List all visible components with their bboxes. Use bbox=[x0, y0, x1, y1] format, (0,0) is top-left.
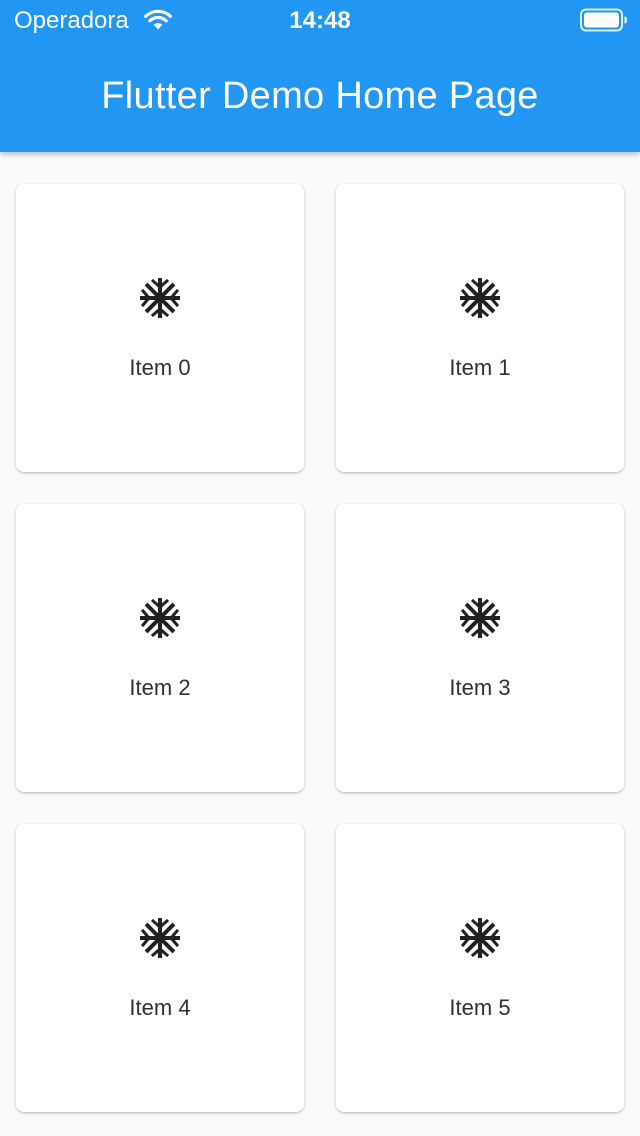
card-label: Item 0 bbox=[129, 355, 191, 380]
grid-card-item-5[interactable]: Item 5 bbox=[336, 824, 624, 1112]
snowflake-icon bbox=[460, 918, 500, 958]
status-time: 14:48 bbox=[289, 7, 351, 34]
snowflake-icon bbox=[140, 598, 180, 638]
page-title: Flutter Demo Home Page bbox=[101, 75, 539, 117]
status-bar: Operadora 14:48 bbox=[0, 0, 640, 40]
grid-card-item-2[interactable]: Item 2 bbox=[16, 504, 304, 792]
card-label: Item 3 bbox=[449, 675, 511, 700]
grid-card-item-3[interactable]: Item 3 bbox=[336, 504, 624, 792]
card-label: Item 2 bbox=[129, 675, 191, 700]
battery-icon bbox=[580, 8, 627, 32]
snowflake-icon bbox=[140, 278, 180, 318]
grid-card-item-0[interactable]: Item 0 bbox=[16, 184, 304, 472]
card-label: Item 1 bbox=[449, 355, 511, 380]
snowflake-icon bbox=[460, 278, 500, 318]
card-label: Item 5 bbox=[449, 995, 511, 1020]
snowflake-icon bbox=[140, 918, 180, 958]
item-grid: Item 0 Item 1 Item 2 Item 3 Item 4 Item … bbox=[16, 184, 624, 1112]
card-label: Item 4 bbox=[129, 995, 191, 1020]
app-bar: Operadora 14:48 Flutter Demo Home Page bbox=[0, 0, 640, 152]
snowflake-icon bbox=[460, 598, 500, 638]
grid-card-item-1[interactable]: Item 1 bbox=[336, 184, 624, 472]
grid-card-item-4[interactable]: Item 4 bbox=[16, 824, 304, 1112]
